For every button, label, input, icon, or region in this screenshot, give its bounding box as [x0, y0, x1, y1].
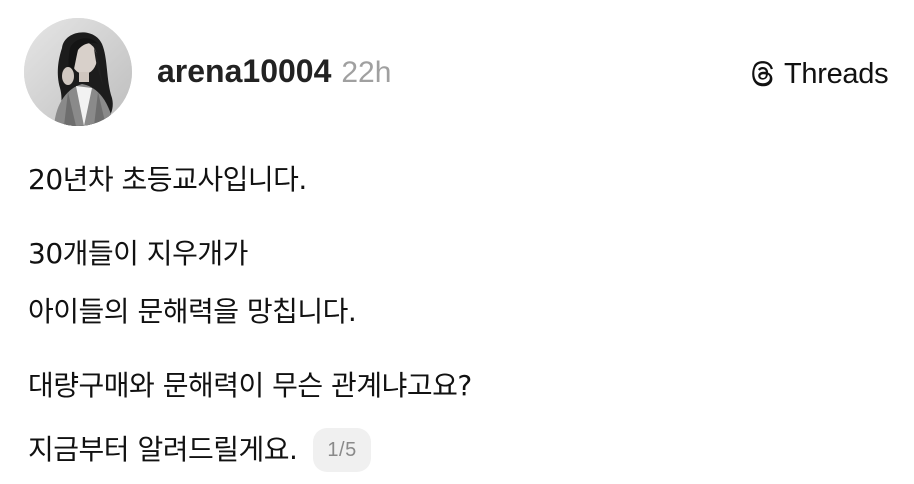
pagination-badge[interactable]: 1/5: [313, 428, 371, 472]
post-text-line: 30개들이 지우개가: [28, 237, 248, 270]
author-avatar[interactable]: [24, 18, 132, 126]
post-text-line: 20년차 초등교사입니다.: [28, 163, 307, 196]
post-header: arena10004 22h: [157, 53, 391, 93]
post-text-last-line: 지금부터 알려드릴게요. 1/5: [28, 428, 371, 472]
post-text-line: 지금부터 알려드릴게요.: [28, 433, 298, 466]
threads-brand[interactable]: Threads: [748, 56, 889, 92]
threads-logo-icon: [752, 61, 773, 87]
threads-brand-label: Threads: [784, 57, 889, 90]
post-text-line: 대량구매와 문해력이 무슨 관계냐고요?: [28, 369, 472, 402]
post-text-line: 아이들의 문해력을 망칩니다.: [28, 295, 357, 328]
post-timestamp: 22h: [341, 56, 392, 89]
threads-post-card: arena10004 22h Threads 20년차 초등교사입니다. 30개…: [0, 0, 914, 484]
author-username[interactable]: arena10004: [157, 53, 331, 90]
profile-photo: [24, 18, 132, 126]
